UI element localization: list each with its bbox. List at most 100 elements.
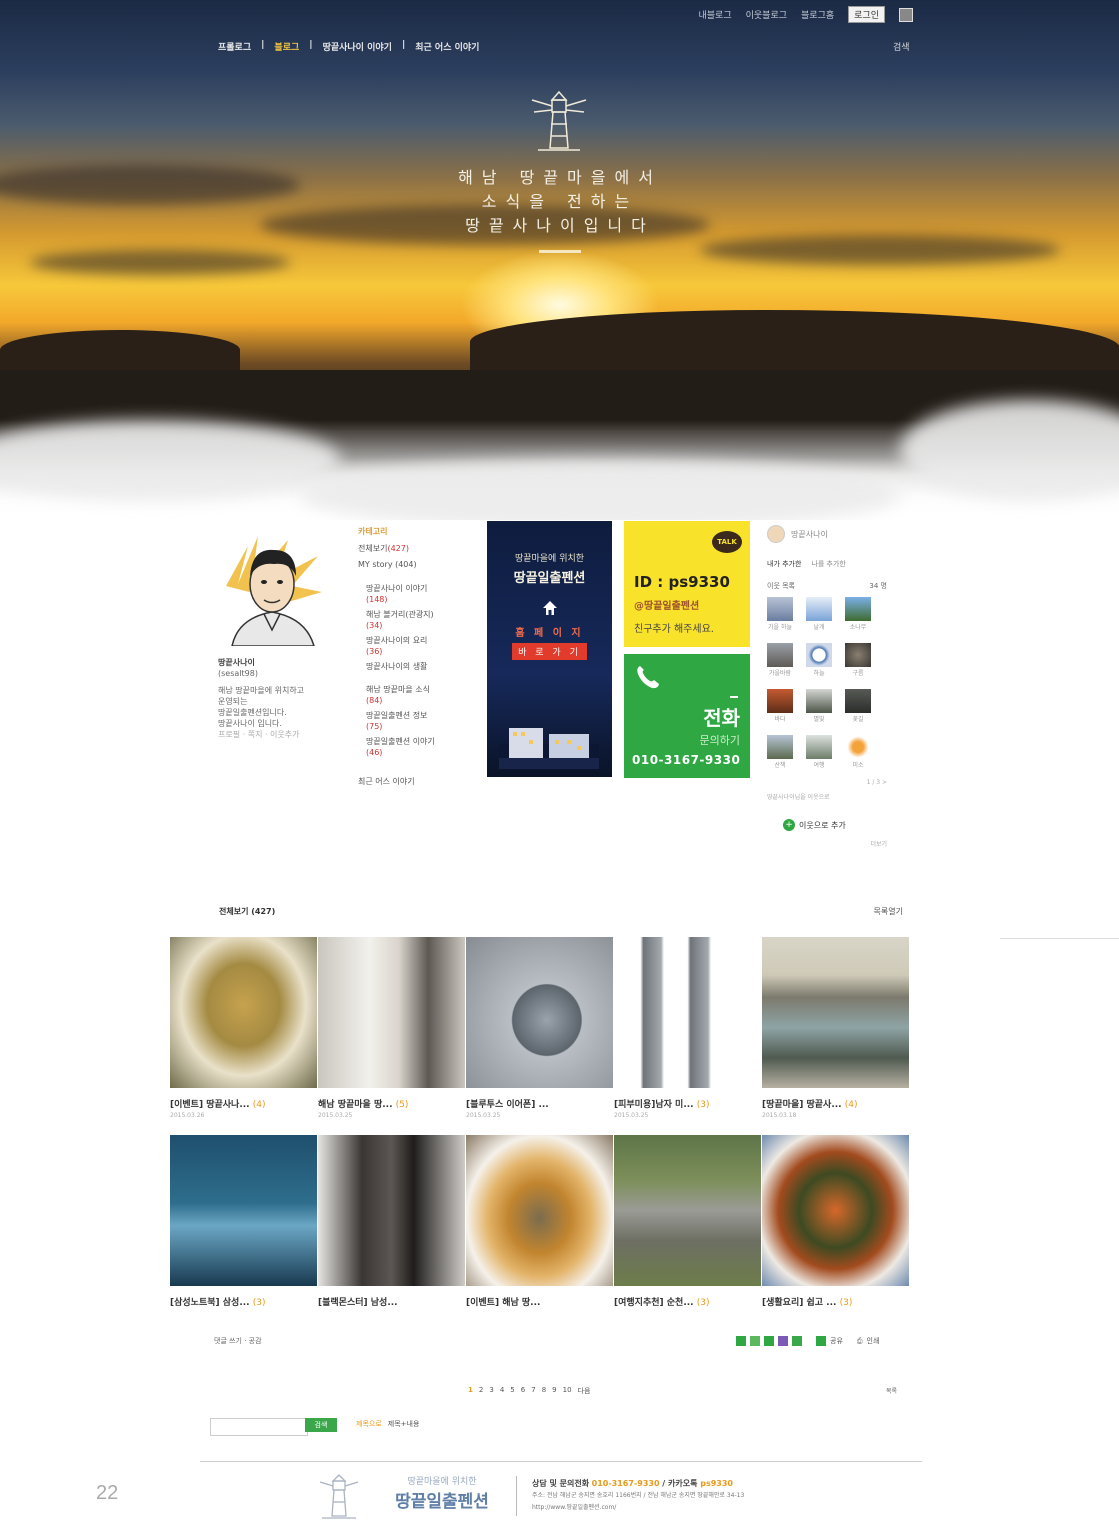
neighbor-item[interactable]: 여행 <box>806 735 832 769</box>
neighbor-item[interactable]: 구름 <box>845 643 871 677</box>
list-open-link[interactable]: 목록열기 <box>874 906 903 917</box>
category-item[interactable]: 땅끝일출펜션 정보 (75) <box>358 710 463 732</box>
add-neighbor-button[interactable]: + 이웃으로 추가 <box>783 819 887 831</box>
category-item[interactable]: 땅끝사나이의 생활 <box>358 661 463 672</box>
slogan-divider <box>539 250 581 253</box>
footer-name-top: 땅끝마을에 위치한 <box>407 1477 477 1487</box>
post-image <box>614 937 761 1088</box>
go-homepage-button[interactable]: 바 로 가 기 <box>512 643 587 660</box>
all-posts-title[interactable]: 전체보기 (427) <box>219 906 275 917</box>
pension-homepage-banner[interactable]: 땅끝마을에 위치한 땅끝일출펜션 홈 페 이 지 바 로 가 기 <box>487 521 612 777</box>
profile-links[interactable]: 프로필 · 쪽지 · 이웃추가 <box>218 729 326 740</box>
page-link[interactable]: 8 <box>542 1386 546 1396</box>
page-link[interactable]: 2 <box>479 1386 483 1396</box>
page-link[interactable]: 3 <box>489 1386 493 1396</box>
category-item[interactable]: 해남 땅끝마을 소식 (84) <box>358 684 463 706</box>
footer-kakao: ps9330 <box>700 1479 733 1488</box>
list-all-link[interactable]: 목록 <box>886 1386 897 1395</box>
share-memo-icon[interactable] <box>792 1336 802 1346</box>
page-link[interactable]: 5 <box>510 1386 514 1396</box>
next-page-link[interactable]: 다음 <box>578 1386 591 1396</box>
post-image <box>466 1135 613 1286</box>
avatar[interactable] <box>218 526 326 647</box>
profile-id: (sesalt98) <box>218 669 258 678</box>
post-card[interactable]: [블루투스 이어폰] ... 2015.03.25 <box>466 937 613 1119</box>
avatar <box>767 525 785 543</box>
kakao-friend-text: 친구추가 해주세요. <box>634 624 714 635</box>
post-card[interactable]: 해남 땅끝마을 땅... (5) 2015.03.25 <box>318 937 465 1119</box>
nav-item-blog[interactable]: 블로그 <box>274 40 299 53</box>
blog-search-input[interactable] <box>210 1418 308 1436</box>
post-image <box>762 1135 909 1286</box>
neighbor-item[interactable]: 별빛 <box>806 689 832 723</box>
share-band-icon[interactable] <box>750 1336 760 1346</box>
inquiry-label: 문의하기 <box>699 734 740 747</box>
login-button[interactable]: 로그인 <box>848 6 885 23</box>
share-label[interactable]: 공유 <box>830 1336 843 1346</box>
post-card[interactable]: [땅끝마을] 땅끝사... (4) 2015.03.18 <box>762 937 909 1119</box>
topbar-link-blog-home[interactable]: 블로그홈 <box>801 8 834 21</box>
share-naver-icon[interactable] <box>736 1336 746 1346</box>
topbar-link-my-blog[interactable]: 내블로그 <box>699 8 732 21</box>
profile-desc-line: 해남 땅끝마을에 위치하고 <box>218 686 305 695</box>
post-card[interactable]: [삼성노트북] 삼성... (3) <box>170 1135 317 1308</box>
page-link[interactable]: 9 <box>552 1386 556 1396</box>
search-options: 제목으로 제목+내용 <box>356 1419 419 1429</box>
comment-like-links[interactable]: 댓글 쓰기 · 공감 <box>214 1336 262 1346</box>
page-link[interactable]: 7 <box>531 1386 535 1396</box>
post-card[interactable]: [블랙몬스터] 남성... <box>318 1135 465 1308</box>
share-icon[interactable] <box>816 1336 826 1346</box>
category-item[interactable]: 땅끝사나이 이야기 (148) <box>358 583 463 605</box>
search-link[interactable]: 검색 <box>893 40 910 53</box>
neighbor-item[interactable]: 바다 <box>767 689 793 723</box>
category-my-story[interactable]: MY story (404) <box>358 559 463 570</box>
category-item[interactable]: 땅끝일출펜션 이야기 (46) <box>358 736 463 758</box>
topbar-link-neighbor-blog[interactable]: 이웃블로그 <box>746 8 787 21</box>
nav-item-prologue[interactable]: 프롤로그 <box>218 40 251 53</box>
neighbor-item[interactable]: 소나무 <box>845 597 871 631</box>
page-link[interactable]: 1 <box>468 1386 473 1396</box>
page-link[interactable]: 4 <box>500 1386 504 1396</box>
tab-added-me[interactable]: 나를 추가한 <box>811 559 845 569</box>
neighbor-pager[interactable]: 1 / 3 > <box>767 779 887 786</box>
my-profile-mini[interactable]: 땅끝사나이 <box>767 525 887 543</box>
post-image <box>614 1135 761 1286</box>
neighbor-item[interactable]: 꽃길 <box>845 689 871 723</box>
post-image <box>466 937 613 1088</box>
print-icon[interactable]: ⎙ <box>857 1337 863 1346</box>
page-link[interactable]: 6 <box>521 1386 525 1396</box>
share-cafe-icon[interactable] <box>778 1336 788 1346</box>
post-card[interactable]: [여행지추천] 순천... (3) <box>614 1135 761 1308</box>
share-blog-icon[interactable] <box>764 1336 774 1346</box>
footer-url[interactable]: http://www.땅끝일출펜션.com/ <box>532 1502 744 1514</box>
kakaotalk-banner[interactable]: TALK ID : ps9330 @땅끝일출펜션 친구추가 해주세요. <box>624 521 750 647</box>
category-item[interactable]: 해남 볼거리(관광지) (34) <box>358 609 463 631</box>
neighbor-note: 땅끝사나이님을 이웃으로 <box>767 794 830 801</box>
neighbor-item[interactable]: 날개 <box>806 597 832 631</box>
search-option-title[interactable]: 제목으로 <box>356 1419 382 1429</box>
kakao-id: ID : ps9330 <box>634 573 730 591</box>
phone-inquiry-banner[interactable]: 전화 문의하기 010-3167-9330 <box>624 654 750 778</box>
page-link[interactable]: 10 <box>563 1386 572 1396</box>
neighbor-item[interactable]: 가을 하늘 <box>767 597 793 631</box>
nav-item-recent[interactable]: 최근 어스 이야기 <box>415 40 479 53</box>
post-image <box>170 937 317 1088</box>
category-all[interactable]: 전체보기(427) <box>358 543 463 554</box>
more-link[interactable]: 더보기 <box>767 839 887 848</box>
print-label[interactable]: 인쇄 <box>867 1336 880 1346</box>
post-card[interactable]: [생활요리] 쉽고 ... (3) <box>762 1135 909 1308</box>
neighbor-item[interactable]: 하늘 <box>806 643 832 677</box>
nav-item-story[interactable]: 땅끝사나이 이야기 <box>323 40 392 53</box>
category-recent[interactable]: 최근 어스 이야기 <box>358 776 463 787</box>
neighbor-item[interactable]: 산책 <box>767 735 793 769</box>
search-option-title-content[interactable]: 제목+내용 <box>388 1419 420 1429</box>
neighbor-item[interactable]: 가을바람 <box>767 643 793 677</box>
neighbor-item[interactable]: 미소 <box>845 735 871 769</box>
category-item[interactable]: 땅끝사나이의 요리 (36) <box>358 635 463 657</box>
post-card[interactable]: [이벤트] 해남 땅... <box>466 1135 613 1308</box>
menu-grid-icon[interactable] <box>899 7 913 22</box>
post-card[interactable]: [피부미용]남자 미... (3) 2015.03.25 <box>614 937 761 1119</box>
tab-added-by-me[interactable]: 내가 추가한 <box>767 559 801 569</box>
search-button[interactable]: 검색 <box>305 1418 337 1432</box>
post-card[interactable]: [이벤트] 땅끝사나... (4) 2015.03.26 <box>170 937 317 1119</box>
